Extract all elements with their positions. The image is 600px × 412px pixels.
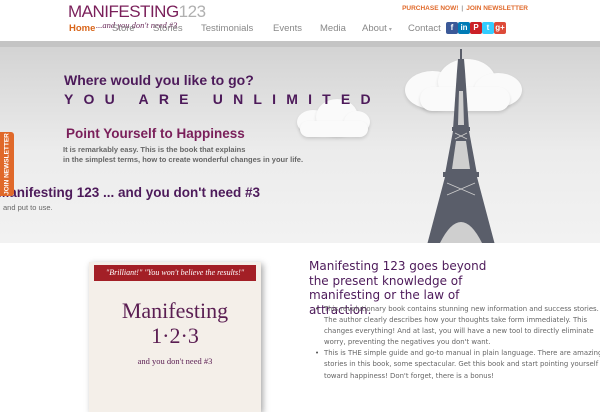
top-links: PURCHASE NOW! | JOIN NEWSLETTER — [402, 5, 528, 12]
book-title: Manifesting — [121, 298, 229, 323]
nav-about[interactable]: About ▾ — [362, 23, 392, 34]
nav-media[interactable]: Media — [320, 23, 346, 34]
book-subtitle: and you don't need #3 — [137, 356, 213, 366]
hero-desc-line2: in the simplest terms, how to create won… — [63, 155, 304, 164]
hero-description: It is remarkably easy. This is the book … — [63, 145, 303, 165]
nav-stories[interactable]: Stories — [153, 23, 183, 34]
nav-store[interactable]: Store — [112, 23, 135, 34]
purchase-now-link[interactable]: PURCHASE NOW! — [402, 5, 458, 12]
top-links-separator: | — [461, 5, 464, 12]
hero-banner: Where would you like to go? YOU ARE UNLI… — [0, 41, 600, 243]
nav-home[interactable]: Home — [69, 23, 95, 34]
nav-contact[interactable]: Contact — [408, 23, 441, 34]
hero-point-heading: Point Yourself to Happiness — [66, 126, 245, 141]
list-item: This revolutionary book contains stunnin… — [315, 304, 600, 348]
newsletter-tab-label: JOIN NEWSLETTER — [3, 133, 11, 195]
nav-testimonials[interactable]: Testimonials — [201, 23, 253, 34]
twitter-icon[interactable]: t — [482, 22, 494, 34]
list-item: This is THE simple guide and go-to manua… — [315, 348, 600, 381]
hero-desc-line1: It is remarkably easy. This is the book … — [63, 145, 246, 154]
book-numbers: 1·2·3 — [151, 323, 199, 348]
hero-divider — [0, 41, 600, 47]
facebook-icon[interactable]: f — [446, 22, 458, 34]
chevron-down-icon: ▾ — [388, 27, 392, 33]
hero-headline-2: Manifesting 123 ... and you don't need #… — [0, 185, 261, 200]
book-cover-image: "Brilliant!" "You won't believe the resu… — [89, 262, 261, 412]
nav-about-label: About — [362, 23, 387, 34]
hero-subtext-2: and put to use. — [3, 203, 53, 212]
google-plus-icon[interactable]: g+ — [494, 22, 506, 34]
main-nav: Home Store Stories Testimonials Events M… — [60, 18, 600, 42]
eiffel-tower-image — [427, 49, 495, 243]
content-bullets: This revolutionary book contains stunnin… — [315, 304, 600, 382]
join-newsletter-tab[interactable]: JOIN NEWSLETTER — [0, 132, 14, 196]
book-banner: "Brilliant!" "You won't believe the resu… — [94, 265, 256, 281]
linkedin-icon[interactable]: in — [458, 22, 470, 34]
join-newsletter-link[interactable]: JOIN NEWSLETTER — [466, 5, 528, 12]
hero-unlimited: YOU ARE UNLIMITED — [64, 91, 381, 107]
nav-events[interactable]: Events — [273, 23, 302, 34]
pinterest-icon[interactable]: P — [470, 22, 482, 34]
hero-question: Where would you like to go? — [64, 72, 254, 88]
